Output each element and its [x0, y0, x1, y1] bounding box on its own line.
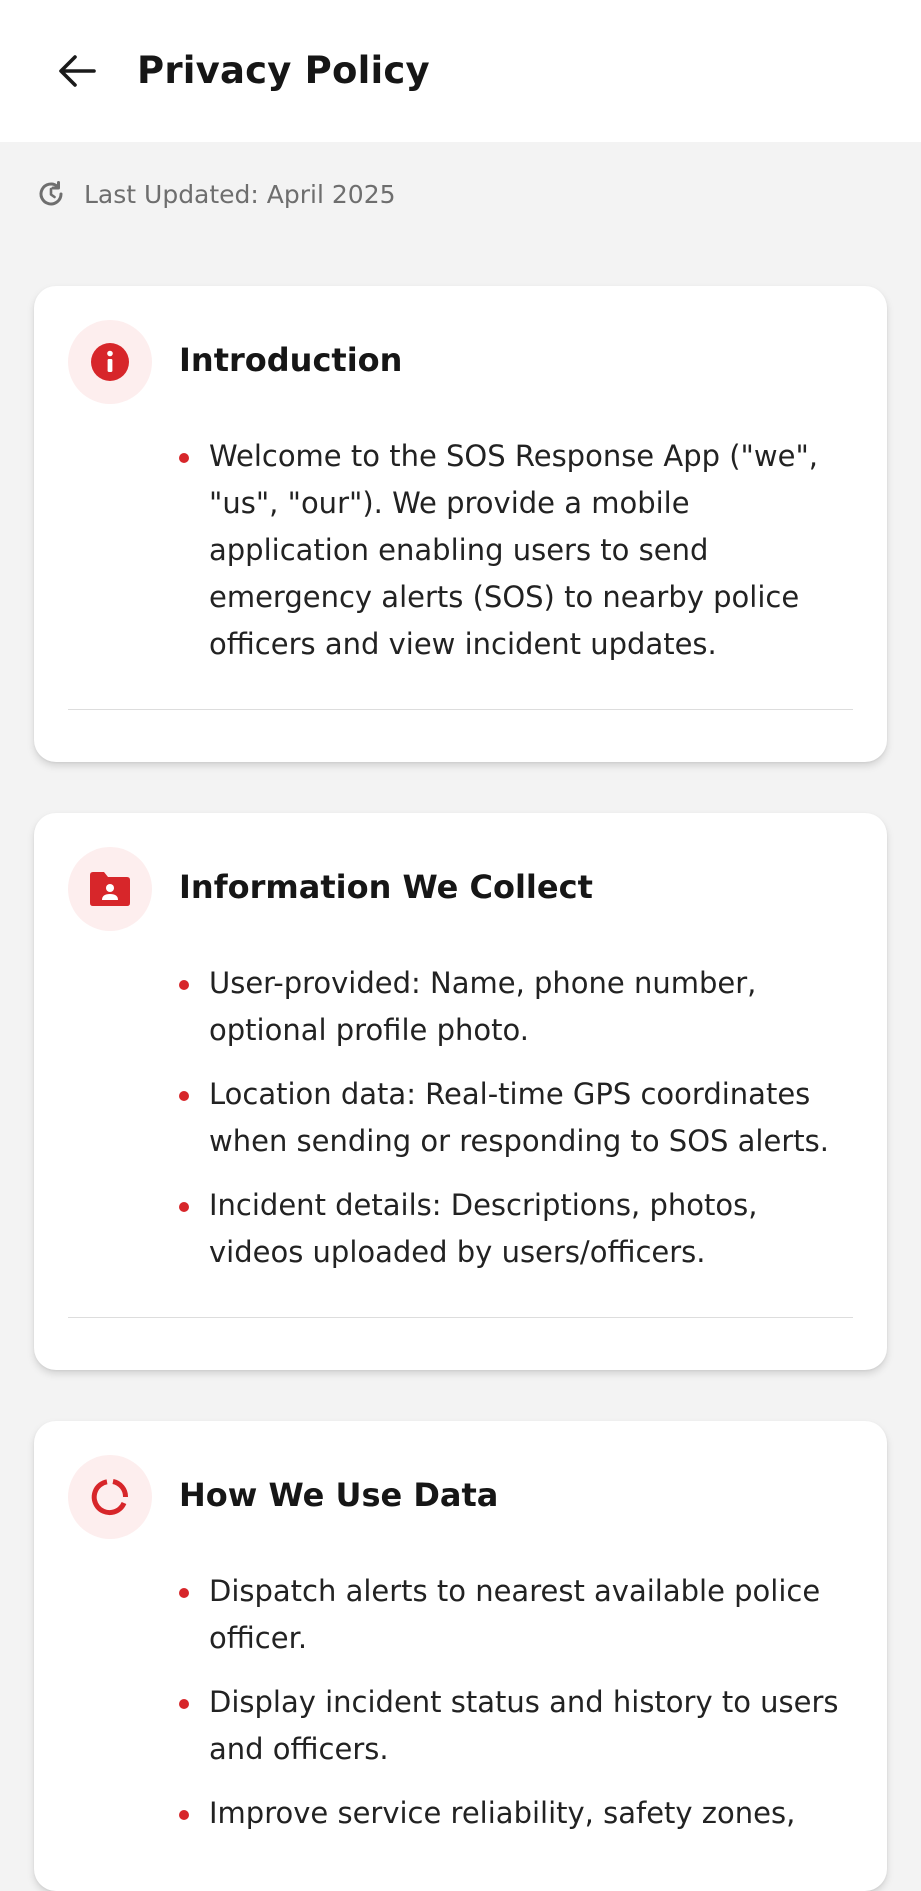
section-title: Information We Collect	[179, 868, 593, 906]
list-item: User-provided: Name, phone number, optio…	[179, 960, 857, 1054]
last-updated-text: Last Updated: April 2025	[84, 179, 396, 209]
section-card-how-we-use-data: How We Use Data Dispatch alerts to neare…	[34, 1421, 887, 1891]
list-item-text: Location data: Real-time GPS coordinates…	[209, 1077, 829, 1158]
bullet-dot	[179, 1091, 189, 1101]
info-icon	[91, 343, 129, 381]
section-title: How We Use Data	[179, 1476, 499, 1514]
list-item: Welcome to the SOS Response App ("we", "…	[179, 433, 857, 668]
list-item-text: Incident details: Descriptions, photos, …	[209, 1188, 758, 1269]
bullet-dot	[179, 1810, 189, 1820]
list-item: Improve service reliability, safety zone…	[179, 1790, 857, 1837]
folder-user-icon	[90, 872, 130, 906]
bullet-dot	[179, 1588, 189, 1598]
bullet-dot	[179, 1699, 189, 1709]
section-title: Introduction	[179, 341, 403, 379]
list-item-text: Improve service reliability, safety zone…	[209, 1796, 796, 1830]
list-item-text: User-provided: Name, phone number, optio…	[209, 966, 757, 1047]
back-button[interactable]	[52, 46, 102, 96]
arrow-left-icon	[59, 55, 96, 87]
section-icon-badge	[68, 320, 152, 404]
data-usage-icon	[91, 1479, 128, 1516]
last-updated-row: Last Updated: April 2025	[36, 176, 396, 212]
divider	[68, 709, 853, 710]
bullet-dot	[179, 980, 189, 990]
list-item-text: Dispatch alerts to nearest available pol…	[209, 1574, 821, 1655]
list-item-text: Display incident status and history to u…	[209, 1685, 839, 1766]
page-title: Privacy Policy	[137, 49, 430, 92]
section-card-introduction: Introduction Welcome to the SOS Response…	[34, 286, 887, 762]
bullet-list: Welcome to the SOS Response App ("we", "…	[179, 433, 857, 685]
section-icon-badge	[68, 847, 152, 931]
list-item-text: Welcome to the SOS Response App ("we", "…	[209, 439, 819, 661]
history-icon	[36, 179, 66, 209]
list-item: Location data: Real-time GPS coordinates…	[179, 1071, 857, 1165]
bullet-list: Dispatch alerts to nearest available pol…	[179, 1568, 857, 1854]
divider	[68, 1317, 853, 1318]
bullet-list: User-provided: Name, phone number, optio…	[179, 960, 857, 1293]
list-item: Display incident status and history to u…	[179, 1679, 857, 1773]
section-icon-badge	[68, 1455, 152, 1539]
list-item: Incident details: Descriptions, photos, …	[179, 1182, 857, 1276]
bullet-dot	[179, 1202, 189, 1212]
bullet-dot	[179, 453, 189, 463]
section-card-information-we-collect: Information We Collect User-provided: Na…	[34, 813, 887, 1370]
app-bar: Privacy Policy	[0, 0, 921, 142]
list-item: Dispatch alerts to nearest available pol…	[179, 1568, 857, 1662]
